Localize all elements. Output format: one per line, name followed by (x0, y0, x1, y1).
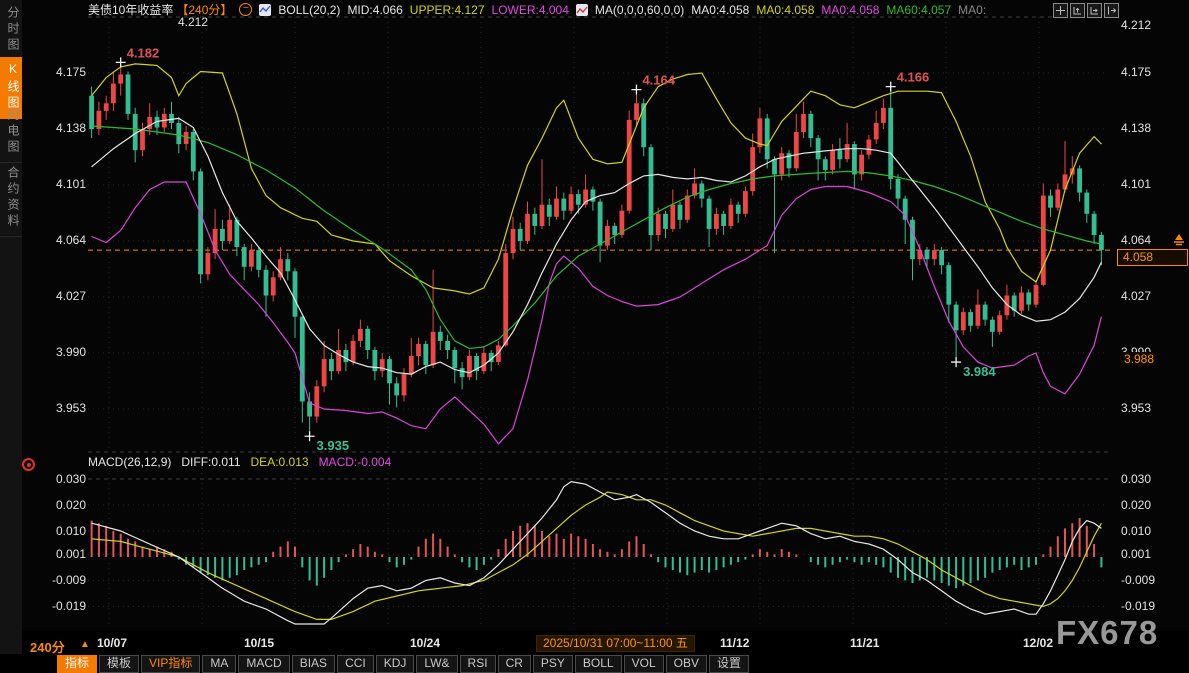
price-tick-label: 0.020 (1121, 498, 1151, 512)
ma-label: MA(0,0,0,60,0,0) (595, 3, 684, 17)
sidebar-item-flash-chart[interactable]: 闪电图 (0, 108, 22, 163)
price-tick-label: 3.990 (30, 345, 86, 359)
ma0-gray-value: MA0: (958, 3, 986, 17)
ma0-white-value: MA0:4.058 (691, 3, 749, 17)
boll-indicator-icon[interactable] (259, 4, 271, 16)
toolbar-item-lw[interactable]: LW& (416, 655, 457, 673)
x-tick-label: 12/02 (1023, 636, 1053, 650)
low-price-marker: 3.988 (1121, 352, 1157, 366)
extreme-annotation: 3.984 (963, 364, 996, 379)
current-price-badge: 4.058 (1117, 249, 1188, 266)
x-tick-label: 10/15 (244, 636, 274, 650)
x-tick-label: 10/07 (97, 636, 127, 650)
toolbar-item-vol[interactable]: VOL (624, 655, 664, 673)
ma0-yellow-value: MA0:4.058 (756, 3, 814, 17)
extreme-annotation: 4.182 (127, 45, 160, 60)
x-tick-label: 11/12 (720, 636, 749, 650)
toolbar-item-cci[interactable]: CCI (337, 655, 374, 673)
price-tick-label: 0.001 (26, 547, 86, 561)
price-tick-label: -0.019 (26, 599, 86, 613)
toolbar-item-macd[interactable]: MACD (238, 655, 289, 673)
price-tick-label: 0.030 (1121, 472, 1151, 486)
alarm-dot-icon[interactable] (22, 458, 35, 471)
hover-date-readout: 2025/10/31 07:00~11:00 五 (536, 635, 695, 652)
toolbar-item-kdj[interactable]: KDJ (376, 655, 415, 673)
price-tick-label: -0.009 (26, 573, 86, 587)
fx678-watermark: FX678 (1056, 614, 1158, 652)
x-tick-label: 11/21 (850, 636, 879, 650)
crosshair-tool-icon[interactable] (1053, 3, 1068, 18)
toolbar-item-bias[interactable]: BIAS (292, 655, 335, 673)
price-tick-label: 0.001 (1121, 547, 1151, 561)
price-tick-label: 4.027 (1121, 289, 1151, 303)
toolbar-item-indicator[interactable]: 指标 (57, 655, 97, 673)
toolbar-item-psy[interactable]: PSY (533, 655, 573, 673)
price-tick-label: -0.009 (1121, 573, 1155, 587)
chart-header: 美债10年收益率 【240分】 − BOLL(20,2) MID:4.066 U… (88, 2, 986, 17)
sidebar: 分时图 K线图 闪电图 合约资料 (0, 0, 22, 673)
toolbar-item-cr[interactable]: CR (498, 655, 531, 673)
boll-lower-value: LOWER:4.004 (492, 3, 569, 17)
extreme-annotation: 3.935 (317, 438, 350, 453)
timeframe-badge: 【240分】 (176, 1, 232, 18)
macd-label: MACD(26,12,9) (88, 455, 171, 469)
price-tick-label: 0.030 (26, 472, 86, 486)
macd-diff-value: DIFF:0.011 (181, 455, 240, 469)
timeframe-arrow-icon[interactable]: ▲ (80, 639, 90, 650)
ma60-value: MA60:4.057 (886, 3, 951, 17)
chart-tools (1053, 3, 1119, 18)
price-tick-label: 4.101 (1121, 177, 1151, 191)
ma-indicator-icon[interactable] (576, 4, 588, 16)
x-tick-label: 10/24 (410, 636, 440, 650)
sidebar-item-contract-info[interactable]: 合约资料 (0, 166, 22, 237)
extreme-annotation: 4.166 (897, 70, 930, 85)
toolbar-item-vip-indicator[interactable]: VIP指标 (141, 655, 200, 673)
macd-value: MACD:-0.004 (319, 455, 392, 469)
price-tick-label: 4.138 (1121, 121, 1151, 135)
y-axis-zoom-out-icon[interactable] (1087, 3, 1102, 18)
price-arrow-icon (1172, 233, 1186, 251)
toolbar-item-template[interactable]: 模板 (99, 655, 139, 673)
price-tick-label: 4.101 (30, 177, 86, 191)
price-tick-label: 0.010 (26, 524, 86, 538)
symbol-title: 美债10年收益率 (88, 1, 173, 18)
toolbar-item-boll[interactable]: BOLL (575, 655, 622, 673)
x-axis-row: 240分 ▲ 10/07 10/15 10/24 2025/10/31 07:0… (0, 631, 1189, 654)
y-axis-zoom-in-icon[interactable] (1070, 3, 1085, 18)
price-tick-label: -0.019 (1121, 599, 1155, 613)
price-tick-label: 4.027 (30, 289, 86, 303)
collapse-circle-icon[interactable]: − (239, 3, 252, 16)
macd-header: MACD(26,12,9) DIFF:0.011 DEA:0.013 MACD:… (88, 455, 391, 469)
boll-upper-value: UPPER:4.127 (410, 3, 485, 17)
price-tick-label: 0.010 (1121, 524, 1151, 538)
price-tick-label: 0.020 (26, 498, 86, 512)
price-tick-label: 3.953 (1121, 401, 1151, 415)
price-tick-label: 4.138 (30, 121, 86, 135)
toolbar-item-settings[interactable]: 设置 (709, 655, 749, 673)
chart-canvas[interactable]: 4.182 4.164 4.166 3.935 3.984 (0, 0, 1189, 673)
price-tick-label: 4.175 (1121, 65, 1151, 79)
extreme-annotation: 4.164 (642, 73, 675, 88)
price-tick-label: 3.953 (30, 401, 86, 415)
panel-collapse-icon[interactable] (1104, 3, 1119, 18)
price-tick-label: 4.212 (1121, 18, 1151, 32)
toolbar-item-rsi[interactable]: RSI (460, 655, 496, 673)
price-tick-label: 4.064 (1121, 233, 1151, 247)
sidebar-item-time-chart[interactable]: 分时图 (0, 6, 22, 61)
ma0-magenta-value: MA0:4.058 (821, 3, 879, 17)
boll-mid-value: MID:4.066 (347, 3, 402, 17)
price-tick-label: 4.175 (30, 65, 86, 79)
indicator-toolbar: 指标 模板 VIP指标 MA MACD BIAS CCI KDJ LW& RSI… (0, 654, 1189, 673)
toolbar-item-ma[interactable]: MA (202, 655, 236, 673)
toolbar-item-obv[interactable]: OBV (666, 655, 707, 673)
price-tick-label: 4.064 (30, 233, 86, 247)
macd-dea-value: DEA:0.013 (251, 455, 309, 469)
boll-label: BOLL(20,2) (278, 3, 340, 17)
